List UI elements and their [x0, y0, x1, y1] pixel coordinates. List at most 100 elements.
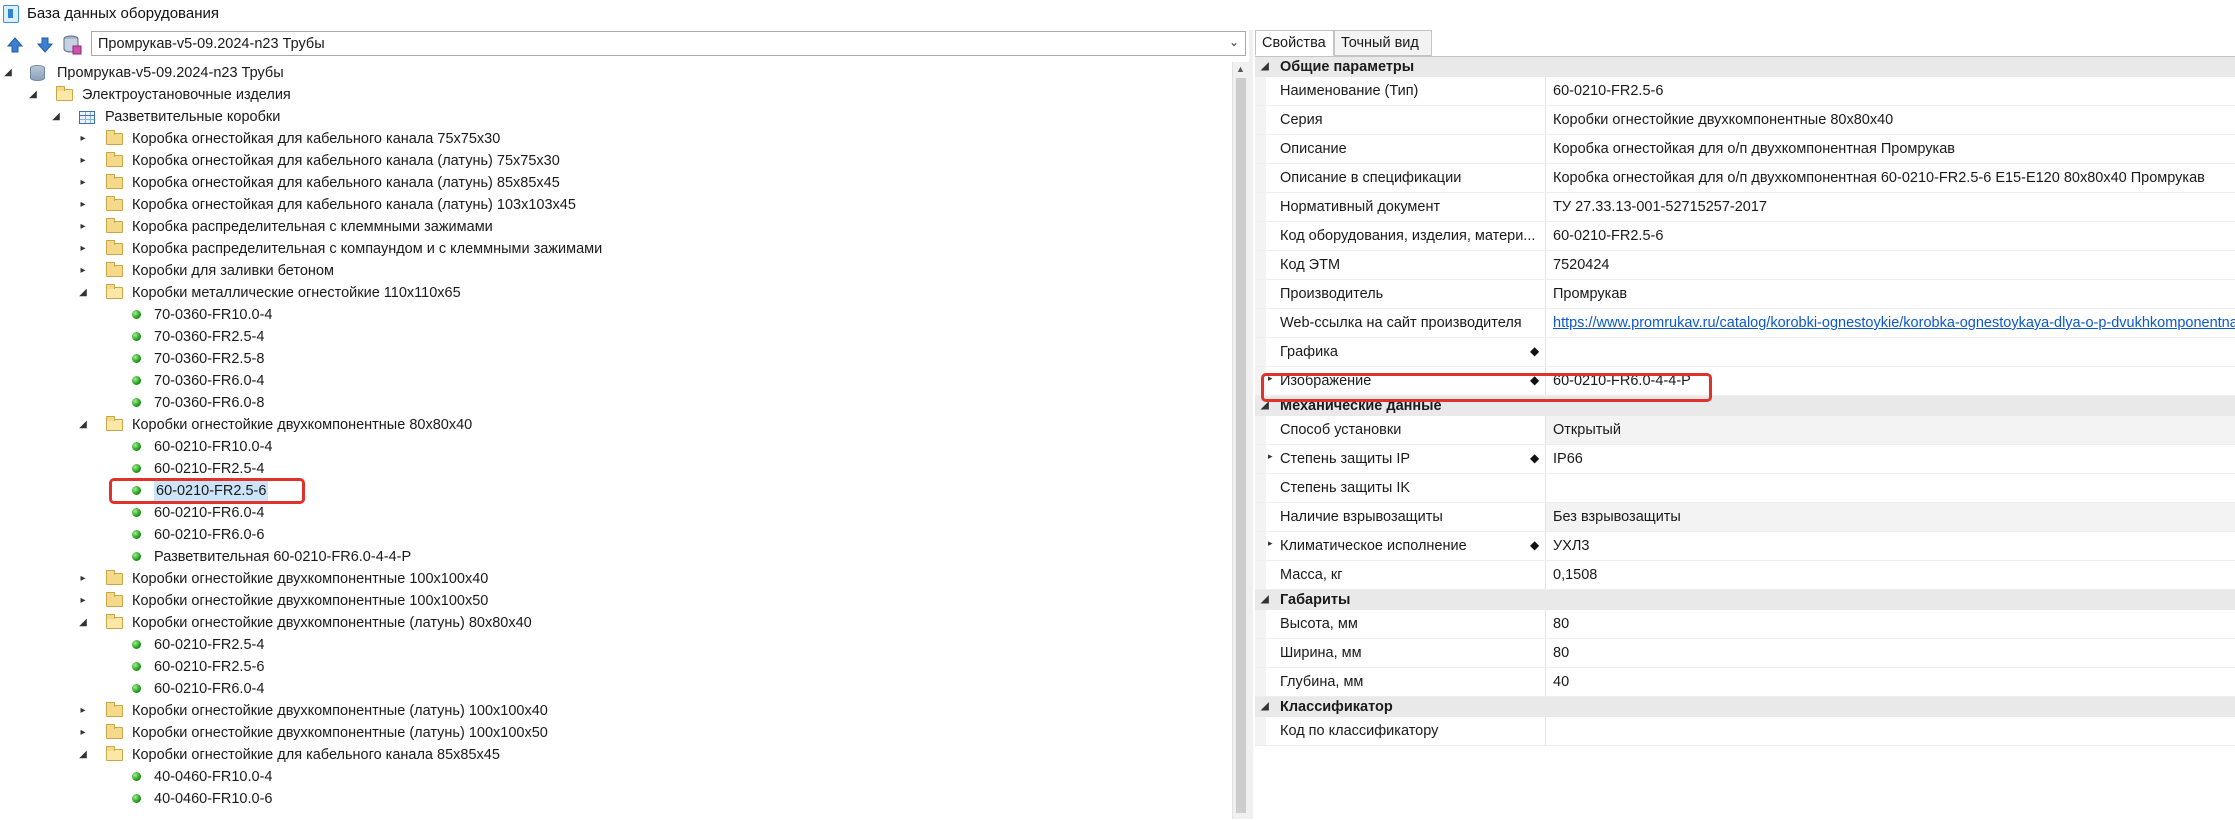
tree-row[interactable]: ◢ Разветвительные коробки — [0, 106, 1232, 128]
expand-arrow-icon[interactable]: ▸ — [78, 590, 88, 612]
tree-row[interactable]: 60-0210-FR10.0-4 — [0, 436, 1232, 458]
scroll-up-icon[interactable]: ▲ — [1236, 64, 1245, 74]
tree-row[interactable]: ▸ Коробка огнестойкая для кабельного кана… — [0, 150, 1232, 172]
expand-arrow-icon[interactable]: ▸ — [78, 722, 88, 744]
tree-row[interactable]: ▸ Коробка распределительная с компаундом … — [0, 238, 1232, 260]
tree-scrollbar[interactable]: ▲ — [1232, 62, 1250, 819]
tree-row[interactable]: ◢ Коробки металлические огнестойкие 110x1… — [0, 282, 1232, 304]
tree-row[interactable]: ▸ Коробки огнестойкие двухкомпонентные (л… — [0, 722, 1232, 744]
tree-row[interactable]: Разветвительная 60-0210-FR6.0-4-4-P — [0, 546, 1232, 568]
column-divider[interactable] — [1545, 717, 1546, 745]
property-row[interactable]: Наименование (Тип) 60-0210-FR2.5-6 — [1255, 77, 2235, 106]
column-divider[interactable] — [1545, 106, 1546, 134]
tab-properties[interactable]: Свойства — [1255, 30, 1334, 56]
property-row[interactable]: ▸ Климатическое исполнение ◆ УХЛ3 — [1255, 532, 2235, 561]
tree-row[interactable]: 70-0360-FR6.0-8 — [0, 392, 1232, 414]
tree-row[interactable]: 60-0210-FR6.0-4 — [0, 678, 1232, 700]
property-category[interactable]: ◢ Габариты — [1255, 590, 2235, 610]
panel-splitter[interactable] — [1249, 30, 1253, 819]
tree-row[interactable]: 60-0210-FR6.0-4 — [0, 502, 1232, 524]
collapse-arrow-icon[interactable]: ◢ — [78, 612, 88, 634]
collapse-arrow-icon[interactable]: ◢ — [1261, 590, 1269, 610]
expand-arrow-icon[interactable]: ▸ — [78, 172, 88, 194]
tree-row[interactable]: ◢ Промрукав-v5-09.2024-n23 Трубы — [0, 62, 1232, 84]
property-row[interactable]: Наличие взрывозащиты Без взрывозащиты — [1255, 503, 2235, 532]
column-divider[interactable] — [1545, 561, 1546, 589]
property-category[interactable]: ◢ Классификатор — [1255, 697, 2235, 717]
tree-row[interactable]: 70-0360-FR2.5-8 — [0, 348, 1232, 370]
tree-row[interactable]: ▸ Коробка огнестойкая для кабельного кана… — [0, 194, 1232, 216]
column-divider[interactable] — [1545, 668, 1546, 696]
property-row[interactable]: Степень защиты IK — [1255, 474, 2235, 503]
column-divider[interactable] — [1545, 445, 1546, 473]
tree-row[interactable]: 60-0210-FR2.5-6 — [0, 656, 1232, 678]
expand-arrow-icon[interactable]: ▸ — [78, 216, 88, 238]
column-divider[interactable] — [1545, 164, 1546, 192]
tree-row[interactable]: 60-0210-FR2.5-4 — [0, 634, 1232, 656]
property-row[interactable]: Высота, мм 80 — [1255, 610, 2235, 639]
column-divider[interactable] — [1545, 309, 1546, 337]
property-row[interactable]: Код по классификатору — [1255, 717, 2235, 746]
property-row[interactable]: Серия Коробки огнестойкие двухкомпонентны… — [1255, 106, 2235, 135]
column-divider[interactable] — [1545, 532, 1546, 560]
expand-arrow-icon[interactable]: ▸ — [78, 128, 88, 150]
tree-row[interactable]: 40-0460-FR10.0-6 — [0, 788, 1232, 810]
expand-arrow-icon[interactable]: ▸ — [78, 238, 88, 260]
tree-row[interactable]: ◢ Коробки огнестойкие двухкомпонентные 80… — [0, 414, 1232, 436]
property-row[interactable]: Описание Коробка огнестойкая для о/п двух… — [1255, 135, 2235, 164]
move-up-button[interactable] — [4, 33, 26, 57]
expand-arrow-icon[interactable]: ▸ — [78, 150, 88, 172]
tree-row[interactable]: 60-0210-FR2.5-4 — [0, 458, 1232, 480]
property-row[interactable]: Графика ◆ — [1255, 338, 2235, 367]
property-category[interactable]: ◢ Общие параметры — [1255, 57, 2235, 77]
tree-row[interactable]: ▸ Коробки огнестойкие двухкомпонентные 10… — [0, 590, 1232, 612]
column-divider[interactable] — [1545, 280, 1546, 308]
tree-row[interactable]: 70-0360-FR6.0-4 — [0, 370, 1232, 392]
tree-row[interactable]: ◢ Коробки огнестойкие двухкомпонентные (л… — [0, 612, 1232, 634]
edit-diamond-icon[interactable]: ◆ — [1530, 344, 1539, 358]
property-row[interactable]: Масса, кг 0,1508 — [1255, 561, 2235, 590]
expand-arrow-icon[interactable]: ▸ — [1268, 451, 1273, 462]
column-divider[interactable] — [1545, 416, 1546, 444]
property-row[interactable]: Нормативный документ ТУ 27.33.13-001-5271… — [1255, 193, 2235, 222]
tree-row[interactable]: ▸ Коробки огнестойкие двухкомпонентные (л… — [0, 700, 1232, 722]
chevron-down-icon[interactable]: ⌄ — [1229, 35, 1239, 49]
database-selector[interactable]: Промрукав-v5-09.2024-n23 Трубы ⌄ — [91, 31, 1246, 56]
column-divider[interactable] — [1545, 77, 1546, 105]
collapse-arrow-icon[interactable]: ◢ — [1261, 57, 1269, 77]
move-down-button[interactable] — [34, 33, 56, 57]
tree-row[interactable]: 40-0460-FR10.0-4 — [0, 766, 1232, 788]
property-row[interactable]: Ширина, мм 80 — [1255, 639, 2235, 668]
manufacturer-link[interactable]: https://www.promrukav.ru/catalog/korobki… — [1553, 315, 2235, 331]
database-button[interactable] — [61, 33, 83, 57]
tree-row[interactable]: ▸ Коробка распределительная с клеммными з… — [0, 216, 1232, 238]
tree-row[interactable]: ▸ Коробки для заливки бетоном — [0, 260, 1232, 282]
collapse-arrow-icon[interactable]: ◢ — [78, 414, 88, 436]
expand-arrow-icon[interactable]: ▸ — [78, 568, 88, 590]
tree-row[interactable]: ◢ Коробки огнестойкие для кабельного кана… — [0, 744, 1232, 766]
column-divider[interactable] — [1545, 503, 1546, 531]
column-divider[interactable] — [1545, 222, 1546, 250]
collapse-arrow-icon[interactable]: ◢ — [3, 62, 13, 84]
edit-diamond-icon[interactable]: ◆ — [1530, 451, 1539, 465]
collapse-arrow-icon[interactable]: ◢ — [51, 106, 61, 128]
expand-arrow-icon[interactable]: ▸ — [78, 260, 88, 282]
tree-row[interactable]: ◢ Электроустановочные изделия — [0, 84, 1232, 106]
property-row[interactable]: ▸ Степень защиты IP ◆ IP66 — [1255, 445, 2235, 474]
scroll-thumb[interactable] — [1236, 78, 1246, 813]
property-row[interactable]: Глубина, мм 40 — [1255, 668, 2235, 697]
tree-row[interactable]: 60-0210-FR6.0-6 — [0, 524, 1232, 546]
property-row[interactable]: Описание в спецификации Коробка огнестойк… — [1255, 164, 2235, 193]
column-divider[interactable] — [1545, 610, 1546, 638]
column-divider[interactable] — [1545, 135, 1546, 163]
tree-row[interactable]: 70-0360-FR10.0-4 — [0, 304, 1232, 326]
property-row[interactable]: Производитель Промрукав — [1255, 280, 2235, 309]
tree-row[interactable]: ▸ Коробка огнестойкая для кабельного кана… — [0, 128, 1232, 150]
collapse-arrow-icon[interactable]: ◢ — [28, 84, 38, 106]
column-divider[interactable] — [1545, 251, 1546, 279]
collapse-arrow-icon[interactable]: ◢ — [1261, 697, 1269, 717]
column-divider[interactable] — [1545, 474, 1546, 502]
expand-arrow-icon[interactable]: ▸ — [78, 194, 88, 216]
column-divider[interactable] — [1545, 338, 1546, 366]
column-divider[interactable] — [1545, 639, 1546, 667]
